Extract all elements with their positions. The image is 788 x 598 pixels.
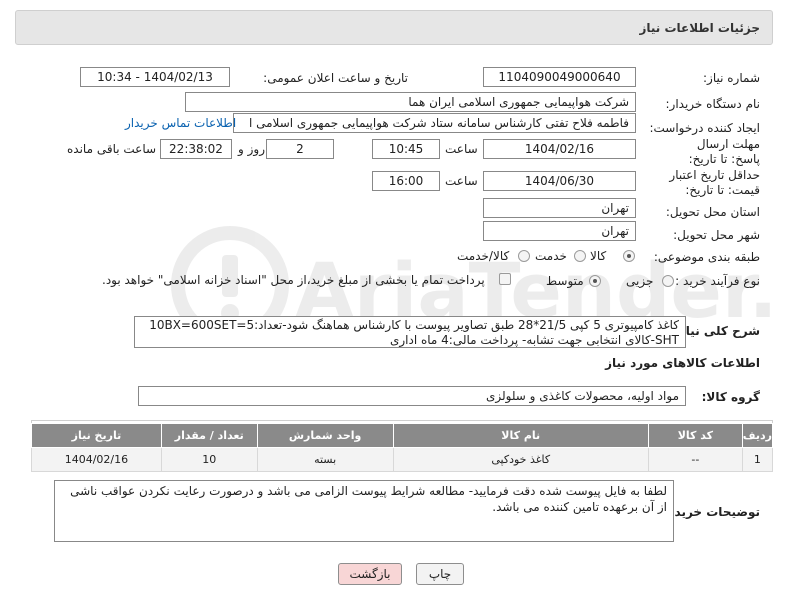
creator-field: فاطمه فلاح تفتی کارشناس سامانه ستاد شرکت… <box>233 113 636 133</box>
category-radio-goods[interactable] <box>623 250 635 262</box>
category-option-goods: کالا <box>590 249 607 263</box>
city-field: تهران <box>483 221 636 241</box>
validity-time-label: ساعت <box>445 174 478 188</box>
validity-date-field: 1404/06/30 <box>483 171 636 191</box>
header-panel: جزئیات اطلاعات نیاز <box>15 10 773 45</box>
need-number-label: شماره نیاز: <box>703 71 760 85</box>
col-qty: تعداد / مقدار <box>160 423 258 448</box>
creator-label: ایجاد کننده درخواست: <box>649 121 760 135</box>
category-label: طبقه بندی موضوعی: <box>653 250 760 264</box>
remaining-label: ساعت باقی مانده <box>67 142 157 156</box>
buyer-contact-link[interactable]: اطلاعات تماس خریدار <box>125 116 236 130</box>
treasury-payment-text: پرداخت تمام یا بخشی از مبلغ خرید،از محل … <box>102 273 485 287</box>
description-label: شرح کلی نیاز: <box>674 324 760 338</box>
table-row: 1 -- کاغذ خودکپی بسته 10 1404/02/16 <box>31 447 774 472</box>
buyer-org-field: شرکت هواپیمایی جمهوری اسلامی ایران هما <box>185 92 636 112</box>
description-line-2: SHT-کالای انتخابی جهت تشابه- پرداخت مالی… <box>389 333 679 347</box>
goods-group-field: مواد اولیه، محصولات کاغذی و سلولزی <box>138 386 686 406</box>
cell-unit: بسته <box>256 447 394 472</box>
cell-code: -- <box>647 447 743 472</box>
category-option-service: خدمت <box>535 249 567 263</box>
buyer-notes-box: لطفا به فایل پیوست شده دقت فرمایید- مطال… <box>54 480 674 542</box>
cell-index: 1 <box>741 447 774 472</box>
col-unit: واحد شمارش <box>256 423 394 448</box>
deadline-date-field: 1404/02/16 <box>483 139 636 159</box>
cell-qty: 10 <box>160 447 258 472</box>
deadline-time-label: ساعت <box>445 142 478 156</box>
col-name: نام کالا <box>392 423 649 448</box>
city-label: شهر محل تحویل: <box>673 228 760 242</box>
deadline-label: مهلت ارسال پاسخ: تا تاریخ: <box>688 137 760 166</box>
announce-field: 1404/02/13 - 10:34 <box>80 67 230 87</box>
print-button[interactable]: چاپ <box>416 563 464 585</box>
col-date: تاریخ نیاز <box>31 423 162 448</box>
need-number-field: 1104090049000640 <box>483 67 636 87</box>
process-radio-small[interactable] <box>662 275 674 287</box>
process-option-small: جزیی <box>626 274 654 288</box>
treasury-payment-checkbox[interactable] <box>499 273 511 285</box>
col-code: کد کالا <box>647 423 743 448</box>
goods-table: ردیف کد کالا نام کالا واحد شمارش تعداد /… <box>31 423 774 472</box>
process-option-medium: متوسط <box>546 274 584 288</box>
days-field: 2 <box>266 139 334 159</box>
process-label: نوع فرآیند خرید : <box>675 274 760 288</box>
days-label: روز و <box>238 142 265 156</box>
province-label: استان محل تحویل: <box>665 205 760 219</box>
page-title: جزئیات اطلاعات نیاز <box>639 21 760 35</box>
buyer-org-label: نام دستگاه خریدار: <box>665 97 761 111</box>
announce-label: تاریخ و ساعت اعلان عمومی: <box>263 71 408 85</box>
category-option-both: کالا/خدمت <box>457 249 510 263</box>
description-line-1: کاغذ کامپیوتری 5 کپی 21/5*28 طبق تصاویر … <box>149 318 679 332</box>
deadline-time-field: 10:45 <box>372 139 440 159</box>
validity-time-field: 16:00 <box>372 171 440 191</box>
validity-label: حداقل تاریخ اعتبار قیمت: تا تاریخ: <box>669 168 760 197</box>
remaining-time-field: 22:38:02 <box>160 139 232 159</box>
province-field: تهران <box>483 198 636 218</box>
goods-group-label: گروه کالا: <box>701 390 760 404</box>
category-radio-both[interactable] <box>518 250 530 262</box>
process-radio-medium[interactable] <box>589 275 601 287</box>
col-row: ردیف <box>741 423 774 448</box>
cell-name: کاغذ خودکپی <box>392 447 649 472</box>
description-box: کاغذ کامپیوتری 5 کپی 21/5*28 طبق تصاویر … <box>134 316 686 348</box>
cell-date: 1404/02/16 <box>31 447 162 472</box>
category-radio-service[interactable] <box>574 250 586 262</box>
goods-table-header: ردیف کد کالا نام کالا واحد شمارش تعداد /… <box>31 423 774 448</box>
back-button[interactable]: بازگشت <box>338 563 402 585</box>
goods-section-title: اطلاعات کالاهای مورد نیاز <box>605 356 760 370</box>
